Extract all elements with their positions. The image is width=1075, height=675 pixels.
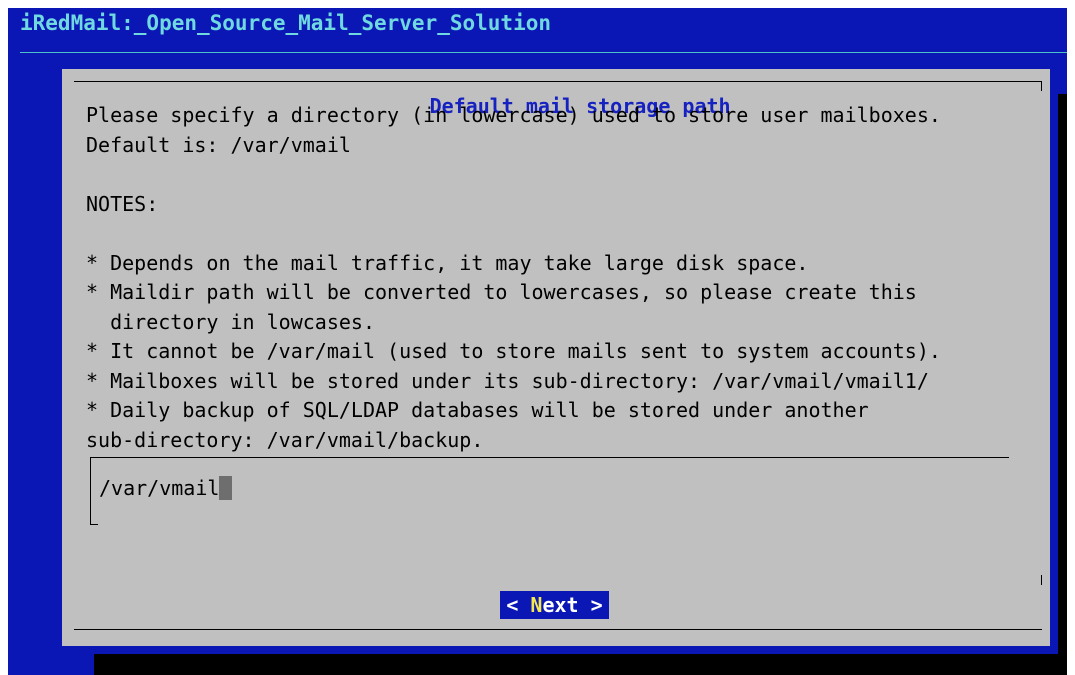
dialog-shadow-bottom	[94, 654, 1067, 675]
input-border-top	[90, 457, 1009, 458]
next-button-hotkey: N	[530, 593, 543, 617]
next-button-right-bracket: >	[590, 593, 603, 617]
dialog-border-bottom	[74, 629, 1042, 630]
next-button-label: ext	[542, 593, 579, 617]
backtitle: iRedMail:_Open_Source_Mail_Server_Soluti…	[20, 11, 552, 35]
input-dialog: Default mail storage path Please specify…	[62, 69, 1050, 646]
storage-path-input[interactable]: /var/vmail	[99, 475, 233, 501]
dialog-message: Please specify a directory (in lowercase…	[86, 103, 941, 452]
next-button[interactable]: < Next >	[500, 591, 609, 619]
backtitle-divider	[20, 52, 1067, 53]
next-button-left-bracket: <	[506, 593, 519, 617]
dialog-shadow-right	[1058, 94, 1067, 675]
storage-path-input-box[interactable]: /var/vmail	[90, 457, 1009, 527]
text-cursor	[219, 476, 233, 500]
dialog-border-corner-mid-right	[1041, 575, 1042, 585]
storage-path-value: /var/vmail	[99, 476, 220, 500]
input-border-left	[90, 457, 91, 525]
input-border-corner	[90, 524, 98, 525]
